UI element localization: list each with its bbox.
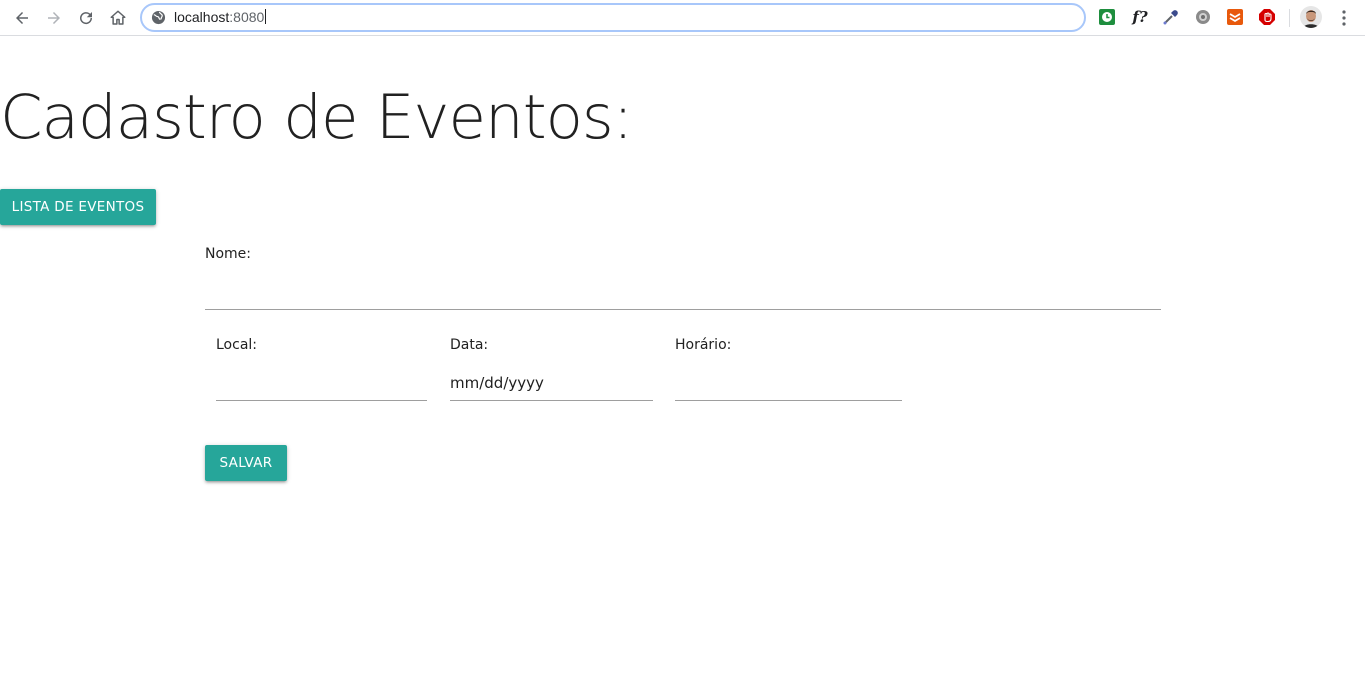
globe-icon <box>151 10 166 25</box>
save-button[interactable]: Salvar <box>205 445 287 481</box>
toolbar-divider <box>1289 9 1290 27</box>
url-host: localhost <box>174 9 230 25</box>
browser-toolbar: localhost:8080 f? <box>0 0 1365 36</box>
text-caret <box>265 9 267 24</box>
home-icon[interactable] <box>105 5 131 31</box>
address-bar[interactable]: localhost:8080 <box>140 3 1086 32</box>
date-input[interactable] <box>450 365 653 401</box>
url-text[interactable]: localhost:8080 <box>174 9 267 25</box>
time-input[interactable] <box>675 371 902 401</box>
data-label: Data: <box>450 337 489 353</box>
shield-extension-icon[interactable] <box>1226 8 1244 26</box>
profile-avatar[interactable] <box>1300 6 1322 28</box>
color-picker-icon[interactable] <box>1162 8 1180 26</box>
local-input[interactable] <box>216 371 427 401</box>
menu-kebab-icon[interactable] <box>1336 8 1352 28</box>
local-label: Local: <box>216 337 258 353</box>
page-title: Cadastro de Eventos: <box>0 82 633 153</box>
reload-icon[interactable] <box>73 5 99 31</box>
url-port: :8080 <box>229 9 265 25</box>
font-finder-icon[interactable]: f? <box>1129 7 1151 27</box>
horario-label: Horário: <box>675 337 732 353</box>
nome-label: Nome: <box>205 246 252 262</box>
adblock-icon[interactable] <box>1258 8 1276 26</box>
clock-extension-icon[interactable] <box>1098 8 1116 26</box>
event-list-button[interactable]: Lista de eventos <box>0 189 156 225</box>
forward-arrow-icon[interactable] <box>41 5 67 31</box>
back-arrow-icon[interactable] <box>9 5 35 31</box>
settings-gear-icon[interactable] <box>1194 8 1212 26</box>
nome-input[interactable] <box>205 280 1161 310</box>
